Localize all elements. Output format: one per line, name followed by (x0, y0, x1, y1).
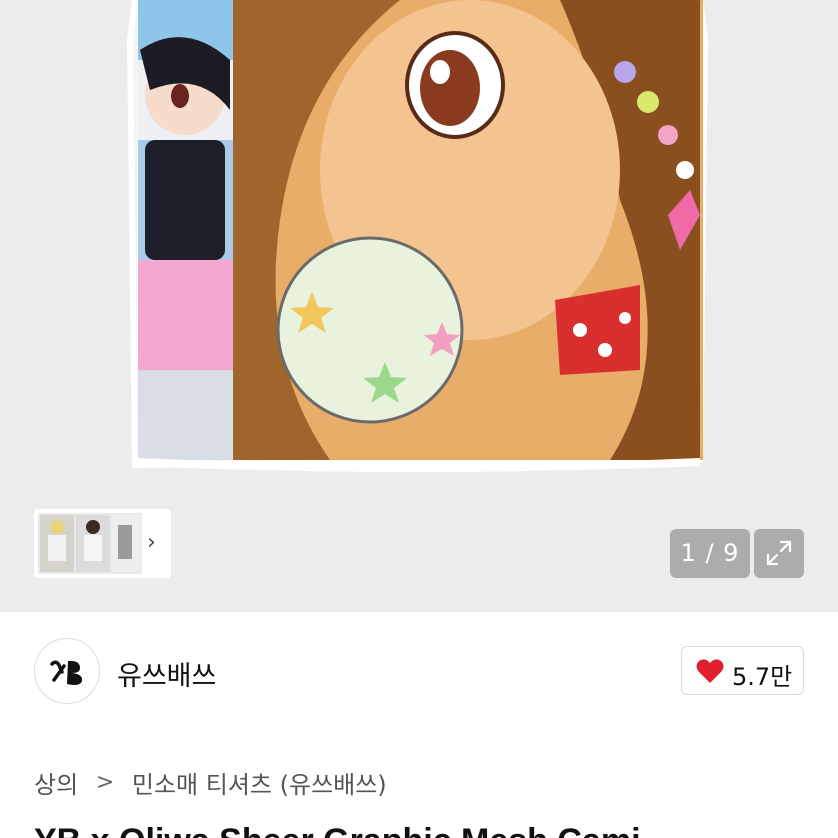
breadcrumb-item-subcategory[interactable]: 민소매 티셔츠 (유쓰배쓰) (132, 765, 387, 800)
chevron-right-icon[interactable]: › (147, 531, 163, 555)
breadcrumb: 상의 > 민소매 티셔츠 (유쓰배쓰) (34, 765, 387, 799)
image-counter: 1 / 9 (670, 529, 750, 578)
seller-avatar[interactable] (34, 638, 100, 704)
product-title: YB x Oliwa Sheer Graphic Mesh Cami (34, 822, 641, 838)
breadcrumb-item-category[interactable]: 상의 (34, 765, 78, 800)
seller-name[interactable]: 유쓰배쓰 (117, 654, 216, 693)
expand-icon (766, 540, 792, 566)
breadcrumb-separator: > (95, 770, 115, 795)
like-button[interactable]: 5.7만 (681, 646, 804, 695)
brand-logo-icon (50, 660, 83, 685)
expand-button[interactable] (754, 529, 804, 578)
like-count: 5.7만 (732, 663, 793, 691)
heart-icon (696, 659, 724, 683)
product-image-gallery[interactable]: › 1 / 9 (0, 0, 838, 612)
thumbnail-images[interactable] (38, 513, 142, 574)
thumbnail-strip[interactable]: › (34, 509, 171, 578)
seller-row: 유쓰배쓰 5.7만 (0, 612, 838, 727)
product-page: › 1 / 9 유쓰배쓰 5.7만 상의 > 민소매 티셔츠 (유쓰배쓰) (0, 0, 838, 838)
